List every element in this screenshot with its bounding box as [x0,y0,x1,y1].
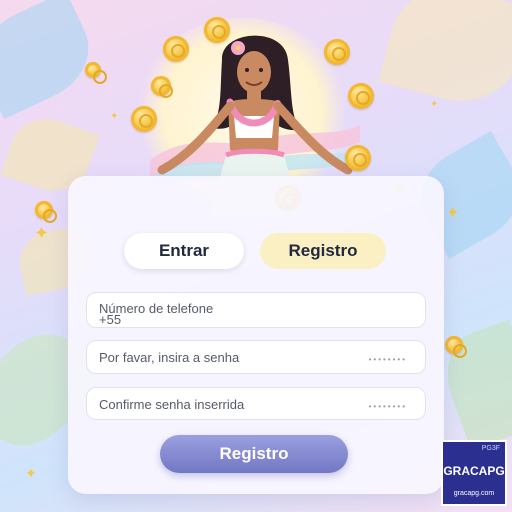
background-leaf [433,319,512,451]
gold-coin-icon [151,76,173,98]
gold-coin-icon [131,106,157,132]
gold-coin-icon [348,83,374,109]
brand-badge-top-text: PG3F [481,445,500,452]
brand-badge-url: gracapg.com [453,490,495,497]
register-submit-button[interactable]: Registro [160,435,348,473]
tab-login[interactable]: Entrar [124,233,244,269]
tab-login-label: Entrar [158,241,210,260]
sparkle-icon: ✦ [430,99,439,110]
confirm-password-input[interactable]: Confirme senha inserrida •••••••• [86,387,426,420]
gold-coin-icon [85,62,107,84]
gold-coin-icon [445,336,467,358]
tab-register[interactable]: Registro [260,233,386,269]
gold-coin-icon [345,145,371,171]
gold-coin-icon [163,36,189,62]
password-placeholder: Por favar, insira a senha [99,350,240,365]
sparkle-icon: ✦ [446,205,460,222]
password-input[interactable]: Por favar, insira a senha •••••••• [86,340,426,374]
confirm-password-placeholder: Confirme senha inserrida [99,397,245,412]
gold-coin-icon [324,39,350,65]
phone-input[interactable]: Número de telefone +55 [86,292,426,328]
background-leaf [0,0,104,120]
gold-coin-icon [35,201,57,223]
sparkle-icon: ✦ [25,465,37,481]
gold-coin-icon [204,17,230,43]
sparkle-icon: ✦ [34,223,50,243]
phone-country-code: +55 [99,312,122,327]
password-mask: •••••••• [368,355,407,364]
register-submit-label: Registro [219,444,289,463]
brand-badge: PG3F GRACAPG gracapg.com [441,440,507,506]
tab-register-label: Registro [288,241,358,260]
confirm-password-mask: •••••••• [368,402,407,411]
background-leaf [377,0,512,115]
sparkle-icon: ✦ [110,111,119,122]
brand-badge-name: GRACAPG [443,464,505,478]
